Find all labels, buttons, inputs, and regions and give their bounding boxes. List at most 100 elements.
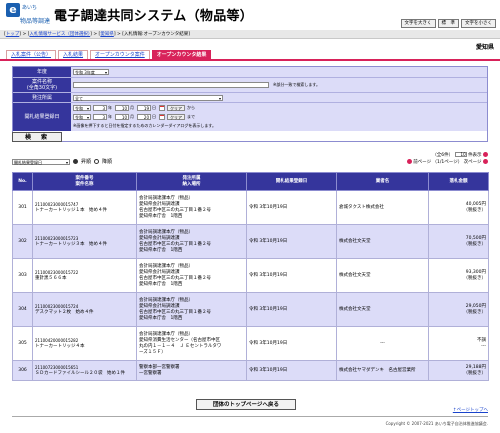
search-button[interactable]: 検 索	[12, 132, 62, 142]
case-name-label: 案件名称 (全角30文字)	[13, 78, 71, 92]
sort-field-select[interactable]: 開札結果登録日	[12, 158, 70, 165]
row-amount: 93,300円 （税抜き）	[428, 258, 489, 293]
table-row: 302 21100023000015723 トナーカートリッジ３本 始め４件 会計…	[12, 224, 489, 259]
case-name-link[interactable]: トナーカートリッジ１本 始め４件	[35, 208, 134, 214]
breadcrumb-current: 入札情報:オープンカウンタ結果	[123, 32, 189, 37]
row-date: 令和 3年10月19日	[246, 292, 337, 327]
table-row: 306 21100723000015651 ＳＤカードファイルシール２０袋 始め１…	[12, 360, 489, 381]
row-case: 21100420000015282 トナーカートリッジ４本	[32, 326, 137, 361]
row-no: 304	[12, 292, 33, 327]
row-amount: 29,188円 （税抜き）	[428, 360, 489, 381]
org-label: 発注所属	[13, 93, 71, 102]
tab-open-counter-cases[interactable]: オープンカウンタ案件	[90, 50, 150, 59]
breadcrumb-service[interactable]: 入札情報サービス（団体選択）	[29, 32, 90, 37]
site-logo[interactable]: e あいち 物品等調達	[6, 3, 50, 25]
tab-bar: 入札案件（公告） 入札結果 オープンカウンタ案件 オープンカウンタ結果	[6, 50, 212, 59]
tab-open-counter-results[interactable]: オープンカウンタ結果	[151, 50, 212, 59]
date-label: 開札結果登録日	[13, 103, 71, 131]
logo-top-text: あいち	[22, 5, 38, 11]
col-amount: 落札金額	[428, 172, 489, 191]
font-small-button[interactable]: 文字を小さく	[461, 19, 496, 28]
font-large-button[interactable]: 文字を大きく	[400, 19, 436, 28]
case-name-input[interactable]	[73, 82, 269, 88]
tab-underline	[0, 59, 500, 61]
breadcrumb-prefecture[interactable]: 愛知県	[100, 32, 114, 37]
table-row: 304 21100023000015724 デスクマット２枚 始め４件 会計局調達…	[12, 292, 489, 327]
prev-page-icon[interactable]	[406, 159, 412, 164]
row-case: 21100023000015747 トナーカートリッジ１本 始め４件	[32, 190, 137, 225]
row-org: 会計局調達課本庁（物品） 愛知県会計局調達課 名古屋市中区三の丸三丁目１番２号 愛知県…	[136, 258, 247, 293]
next-page-icon[interactable]	[483, 159, 488, 164]
from-month-input[interactable]: 10	[115, 105, 129, 111]
from-suffix: から	[187, 105, 195, 110]
go-button-icon[interactable]	[483, 152, 488, 157]
case-name-link[interactable]: トナーカートリッジ４本	[35, 344, 134, 350]
row-case: 21100023000015722 重針黒５６６本	[32, 258, 137, 293]
col-no: No.	[12, 172, 33, 191]
to-calendar-icon[interactable]	[159, 114, 165, 120]
row-org: 警察本部一宮警察署 一宮警察署	[136, 360, 247, 381]
breadcrumb-top[interactable]: トップ	[6, 32, 20, 37]
from-era-select[interactable]: 令和	[73, 105, 91, 111]
page-top-link[interactable]: ↑ページトップへ	[453, 407, 488, 413]
system-title: 電子調達共同システム（物品等）	[54, 9, 254, 24]
year-label: 年度	[13, 67, 71, 77]
row-date: 令和 3年10月19日	[246, 360, 337, 381]
case-name-link[interactable]: デスクマット２枚 始め４件	[35, 310, 134, 316]
from-day-input[interactable]: 19	[137, 105, 151, 111]
to-month-input[interactable]: 10	[115, 114, 129, 120]
table-header-row: No. 案件番号 案件名称 発注所属 納入場所 開札結果登録日 業者名 落札金額	[12, 172, 489, 191]
from-clear-button[interactable]: クリア	[167, 105, 185, 111]
col-vendor: 業者名	[336, 172, 429, 191]
row-no: 305	[12, 326, 33, 361]
table-row: 301 21100023000015747 トナーカートリッジ１本 始め４件 会計…	[12, 190, 489, 225]
row-case: 21100023000015724 デスクマット２枚 始め４件	[32, 292, 137, 327]
row-case: 21100723000015651 ＳＤカードファイルシール２０袋 始め１件	[32, 360, 137, 381]
to-clear-button[interactable]: クリア	[167, 114, 185, 120]
next-page-label[interactable]: 次ページ	[464, 160, 482, 165]
sort-asc-radio[interactable]	[73, 159, 78, 164]
from-year-input[interactable]: 3	[93, 105, 107, 111]
col-date: 開札結果登録日	[246, 172, 337, 191]
font-standard-button[interactable]: 標 準	[437, 19, 459, 28]
row-vendor: 株式会社文天堂	[336, 292, 429, 327]
case-name-link[interactable]: 重針黒５６６本	[35, 276, 134, 282]
breadcrumb: [トップ] > [入札情報サービス（団体選択）] > [愛知県] > [入札情報…	[0, 30, 500, 39]
row-date: 令和 3年10月19日	[246, 258, 337, 293]
tab-bid-cases[interactable]: 入札案件（公告）	[6, 50, 57, 59]
prev-page-label[interactable]: 前ページ	[413, 160, 431, 165]
case-name-row: 案件名称 (全角30文字) ※部分一致で検索します。	[13, 78, 487, 93]
tab-bid-results[interactable]: 入札結果	[58, 50, 89, 59]
to-year-input[interactable]: 3	[93, 114, 107, 120]
table-row: 303 21100023000015722 重針黒５６６本 会計局調達課本庁（物品…	[12, 258, 489, 293]
font-size-controls: 文字を大きく 標 準 文字を小さく	[400, 19, 496, 28]
row-no: 301	[12, 190, 33, 225]
per-page-select[interactable]: 10	[454, 152, 467, 157]
case-name-link[interactable]: ＳＤカードファイルシール２０袋 始め１件	[35, 371, 134, 377]
to-day-input[interactable]: 20	[137, 114, 151, 120]
org-select[interactable]: 全て	[73, 95, 223, 101]
row-vendor: 倉城タクスト株式会社	[336, 190, 429, 225]
result-count: （全6件）	[432, 153, 454, 158]
row-no: 303	[12, 258, 33, 293]
org-row: 発注所属 全て	[13, 93, 487, 103]
back-to-top-button[interactable]: 団体のトップページへ戻る	[196, 399, 296, 410]
header: e あいち 物品等調達 電子調達共同システム（物品等） 文字を大きく 標 準 文…	[0, 0, 500, 28]
row-date: 令和 3年10月19日	[246, 190, 337, 225]
date-row: 開札結果登録日 令和 3 年 10 月 19 日 クリア から 令和 3 年 1…	[13, 103, 487, 131]
row-case: 21100023000015723 トナーカートリッジ３本 始め４件	[32, 224, 137, 259]
results-table: No. 案件番号 案件名称 発注所属 納入場所 開札結果登録日 業者名 落札金額 3…	[12, 172, 489, 381]
prefecture-label: 愛知県	[475, 44, 494, 51]
case-name-link[interactable]: トナーカートリッジ３本 始め４件	[35, 242, 134, 248]
pager: （全6件） 10 件表示 前ページ （1/1ページ） 次ページ	[406, 152, 488, 166]
sort-controls: 開札結果登録日 昇順 降順	[12, 158, 112, 165]
sort-desc-radio[interactable]	[94, 159, 100, 164]
from-calendar-icon[interactable]	[159, 105, 165, 111]
row-org: 会計局調達課本庁（物品） 愛知県消費生活センター（名古屋市中区 丸の内１－１－４ Ｊ…	[136, 326, 247, 361]
row-amount: 70,500円 （税抜き）	[428, 224, 489, 259]
year-row: 年度 令和 3年度	[13, 67, 487, 78]
row-no: 302	[12, 224, 33, 259]
copyright: Copyright © 2007-2021 あいち電子自治体推進協議会.	[385, 421, 488, 426]
year-select[interactable]: 令和 3年度	[73, 69, 109, 75]
to-era-select[interactable]: 令和	[73, 114, 91, 120]
